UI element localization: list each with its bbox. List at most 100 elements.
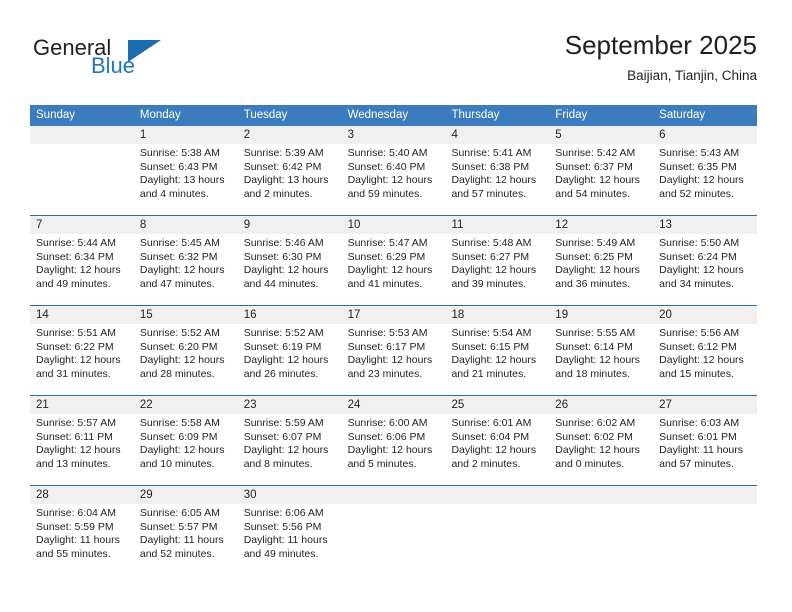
day-detail-line: and 0 minutes.: [555, 457, 625, 470]
week-row: 7 Sunrise: 5:44 AM Sunset: 6:34 PM Daylight…: [30, 215, 757, 305]
week-cells: 7 Sunrise: 5:44 AM Sunset: 6:34 PM Daylight…: [30, 216, 757, 305]
weekday-header-monday: Monday: [139, 109, 181, 121]
day-cell[interactable]: 3 Sunrise: 5:40 AM Sunset: 6:40 PM Daylight…: [342, 126, 446, 215]
day-detail-line: Sunset: 6:30 PM: [243, 250, 322, 263]
day-cell[interactable]: 30 Sunrise: 6:06 AM Sunset: 5:56 PM Dayligh…: [238, 486, 342, 575]
day-detail-line: Sunset: 5:59 PM: [36, 520, 114, 533]
day-cell[interactable]: 27 Sunrise: 6:03 AM Sunset: 6:01 PM Dayligh…: [653, 396, 757, 485]
day-detail-line: Sunrise: 5:51 AM: [36, 327, 116, 339]
day-detail-line: Sunset: 6:15 PM: [451, 340, 530, 353]
page-header: General Blue September 2025 Baijian, Tia…: [0, 0, 792, 100]
day-number: 25: [451, 399, 465, 411]
day-detail-line: Sunset: 6:38 PM: [451, 160, 530, 173]
day-cell[interactable]: 8 Sunrise: 5:45 AM Sunset: 6:32 PM Daylight…: [134, 216, 238, 305]
day-detail-line: and 49 minutes.: [36, 277, 111, 290]
day-cell[interactable]: 12 Sunrise: 5:49 AM Sunset: 6:25 PM Dayligh…: [549, 216, 653, 305]
weeks-container: 1 Sunrise: 5:38 AM Sunset: 6:43 PM Daylight…: [30, 126, 757, 575]
page-title: September 2025: [564, 30, 757, 60]
day-detail-line: Sunrise: 5:52 AM: [139, 327, 220, 339]
day-detail-line: Sunset: 5:57 PM: [139, 520, 218, 533]
day-detail-line: Sunset: 6:12 PM: [659, 340, 737, 353]
day-cell[interactable]: 25 Sunrise: 6:01 AM Sunset: 6:04 PM Dayligh…: [445, 396, 549, 485]
day-detail-line: Sunrise: 5:57 AM: [36, 417, 116, 429]
day-cell[interactable]: 16 Sunrise: 5:52 AM Sunset: 6:19 PM Dayligh…: [238, 306, 342, 395]
day-detail-line: and 47 minutes.: [139, 277, 215, 290]
day-detail-line: Sunrise: 5:55 AM: [555, 327, 636, 339]
location-subtitle: Baijian, Tianjin, China: [627, 68, 757, 83]
day-detail-lines: Sunrise: 5:56 AM Sunset: 6:12 PM Daylight:…: [659, 327, 752, 381]
day-cell[interactable]: 26 Sunrise: 6:02 AM Sunset: 6:02 PM Dayligh…: [549, 396, 653, 485]
day-cell[interactable]: 21 Sunrise: 5:57 AM Sunset: 6:11 PM Dayligh…: [30, 396, 134, 485]
day-detail-line: Sunrise: 5:54 AM: [451, 327, 532, 339]
day-detail-lines: Sunrise: 5:58 AM Sunset: 6:09 PM Daylight:…: [140, 417, 233, 471]
day-cell[interactable]: 2 Sunrise: 5:39 AM Sunset: 6:42 PM Daylight…: [238, 126, 342, 215]
day-detail-line: and 28 minutes.: [139, 367, 215, 380]
day-detail-line: and 4 minutes.: [139, 187, 209, 200]
day-cell[interactable]: 11 Sunrise: 5:48 AM Sunset: 6:27 PM Dayligh…: [445, 216, 549, 305]
day-cell[interactable]: 23 Sunrise: 5:59 AM Sunset: 6:07 PM Dayligh…: [238, 396, 342, 485]
day-detail-line: Sunset: 6:27 PM: [451, 250, 530, 263]
day-detail-line: Sunrise: 6:04 AM: [36, 507, 116, 519]
day-detail-line: Sunrise: 5:39 AM: [243, 147, 324, 159]
day-number: 16: [243, 309, 257, 321]
day-detail-line: Sunrise: 5:46 AM: [243, 237, 324, 249]
week-row: 1 Sunrise: 5:38 AM Sunset: 6:43 PM Daylight…: [30, 126, 757, 215]
day-number: 14: [36, 309, 49, 321]
day-detail-line: Daylight: 12 hours: [36, 444, 121, 457]
day-detail-line: Sunset: 6:06 PM: [347, 430, 426, 443]
day-number: 1: [139, 129, 147, 141]
day-detail-line: Sunrise: 5:56 AM: [659, 327, 740, 339]
day-cell[interactable]: 22 Sunrise: 5:58 AM Sunset: 6:09 PM Dayligh…: [134, 396, 238, 485]
day-detail-line: Sunrise: 6:02 AM: [555, 417, 636, 429]
day-detail-lines: Sunrise: 5:52 AM Sunset: 6:20 PM Daylight:…: [140, 327, 233, 381]
day-number: 22: [139, 399, 153, 411]
day-detail-lines: Sunrise: 6:03 AM Sunset: 6:01 PM Daylight:…: [659, 417, 752, 471]
day-detail-lines: Sunrise: 6:05 AM Sunset: 5:57 PM Daylight:…: [140, 507, 233, 561]
day-cell[interactable]: 5 Sunrise: 5:42 AM Sunset: 6:37 PM Daylight…: [549, 126, 653, 215]
day-detail-lines: Sunrise: 5:48 AM Sunset: 6:27 PM Daylight:…: [451, 237, 544, 291]
day-detail-line: and 5 minutes.: [347, 457, 417, 470]
day-detail-line: Sunset: 6:37 PM: [555, 160, 633, 173]
day-detail-line: and 49 minutes.: [243, 547, 319, 560]
day-detail-line: and 44 minutes.: [243, 277, 319, 290]
day-cell[interactable]: 18 Sunrise: 5:54 AM Sunset: 6:15 PM Dayligh…: [445, 306, 549, 395]
day-cell[interactable]: 20 Sunrise: 5:56 AM Sunset: 6:12 PM Dayligh…: [653, 306, 757, 395]
day-cell[interactable]: 29 Sunrise: 6:05 AM Sunset: 5:57 PM Dayligh…: [134, 486, 238, 575]
day-cell[interactable]: 10 Sunrise: 5:47 AM Sunset: 6:29 PM Dayligh…: [342, 216, 446, 305]
day-detail-line: Sunrise: 5:50 AM: [659, 237, 740, 249]
day-detail-line: Daylight: 13 hours: [243, 174, 329, 187]
day-detail-line: Daylight: 12 hours: [36, 354, 121, 367]
general-blue-logo[interactable]: General Blue: [33, 37, 213, 87]
day-cell[interactable]: 14 Sunrise: 5:51 AM Sunset: 6:22 PM Dayligh…: [30, 306, 134, 395]
day-cell[interactable]: 15 Sunrise: 5:52 AM Sunset: 6:20 PM Dayligh…: [134, 306, 238, 395]
day-detail-line: and 13 minutes.: [36, 457, 111, 470]
day-cell[interactable]: 4 Sunrise: 5:41 AM Sunset: 6:38 PM Daylight…: [445, 126, 549, 215]
day-cell[interactable]: 1 Sunrise: 5:38 AM Sunset: 6:43 PM Daylight…: [134, 126, 238, 215]
day-detail-line: Sunrise: 5:47 AM: [347, 237, 428, 249]
day-detail-line: Sunset: 6:29 PM: [347, 250, 426, 263]
day-detail-line: Sunset: 6:01 PM: [659, 430, 737, 443]
day-detail-line: Sunset: 6:02 PM: [555, 430, 633, 443]
day-cell[interactable]: 9 Sunrise: 5:46 AM Sunset: 6:30 PM Daylight…: [238, 216, 342, 305]
day-detail-line: Sunrise: 6:00 AM: [347, 417, 428, 429]
day-number: 23: [243, 399, 257, 411]
day-number: 4: [451, 129, 458, 141]
day-detail-lines: Sunrise: 5:52 AM Sunset: 6:19 PM Daylight:…: [244, 327, 337, 381]
day-detail-line: and 52 minutes.: [659, 187, 734, 200]
day-cell[interactable]: 19 Sunrise: 5:55 AM Sunset: 6:14 PM Dayligh…: [549, 306, 653, 395]
day-cell[interactable]: 17 Sunrise: 5:53 AM Sunset: 6:17 PM Dayligh…: [342, 306, 446, 395]
day-number: 15: [139, 309, 153, 321]
week-cells: 14 Sunrise: 5:51 AM Sunset: 6:22 PM Dayligh…: [30, 306, 757, 395]
day-cell[interactable]: 6 Sunrise: 5:43 AM Sunset: 6:35 PM Daylight…: [653, 126, 757, 215]
day-cell[interactable]: 24 Sunrise: 6:00 AM Sunset: 6:06 PM Dayligh…: [342, 396, 446, 485]
day-detail-line: and 55 minutes.: [36, 547, 111, 560]
day-detail-lines: Sunrise: 5:55 AM Sunset: 6:14 PM Daylight:…: [555, 327, 648, 381]
day-number: 2: [243, 129, 251, 141]
day-cell[interactable]: 28 Sunrise: 6:04 AM Sunset: 5:59 PM Dayligh…: [30, 486, 134, 575]
day-cell[interactable]: 13 Sunrise: 5:50 AM Sunset: 6:24 PM Dayligh…: [653, 216, 757, 305]
day-detail-line: and 31 minutes.: [36, 367, 111, 380]
day-detail-lines: Sunrise: 5:57 AM Sunset: 6:11 PM Daylight:…: [36, 417, 129, 471]
day-number: 19: [555, 309, 569, 321]
day-number: 10: [347, 219, 361, 231]
day-cell[interactable]: 7 Sunrise: 5:44 AM Sunset: 6:34 PM Daylight…: [30, 216, 134, 305]
